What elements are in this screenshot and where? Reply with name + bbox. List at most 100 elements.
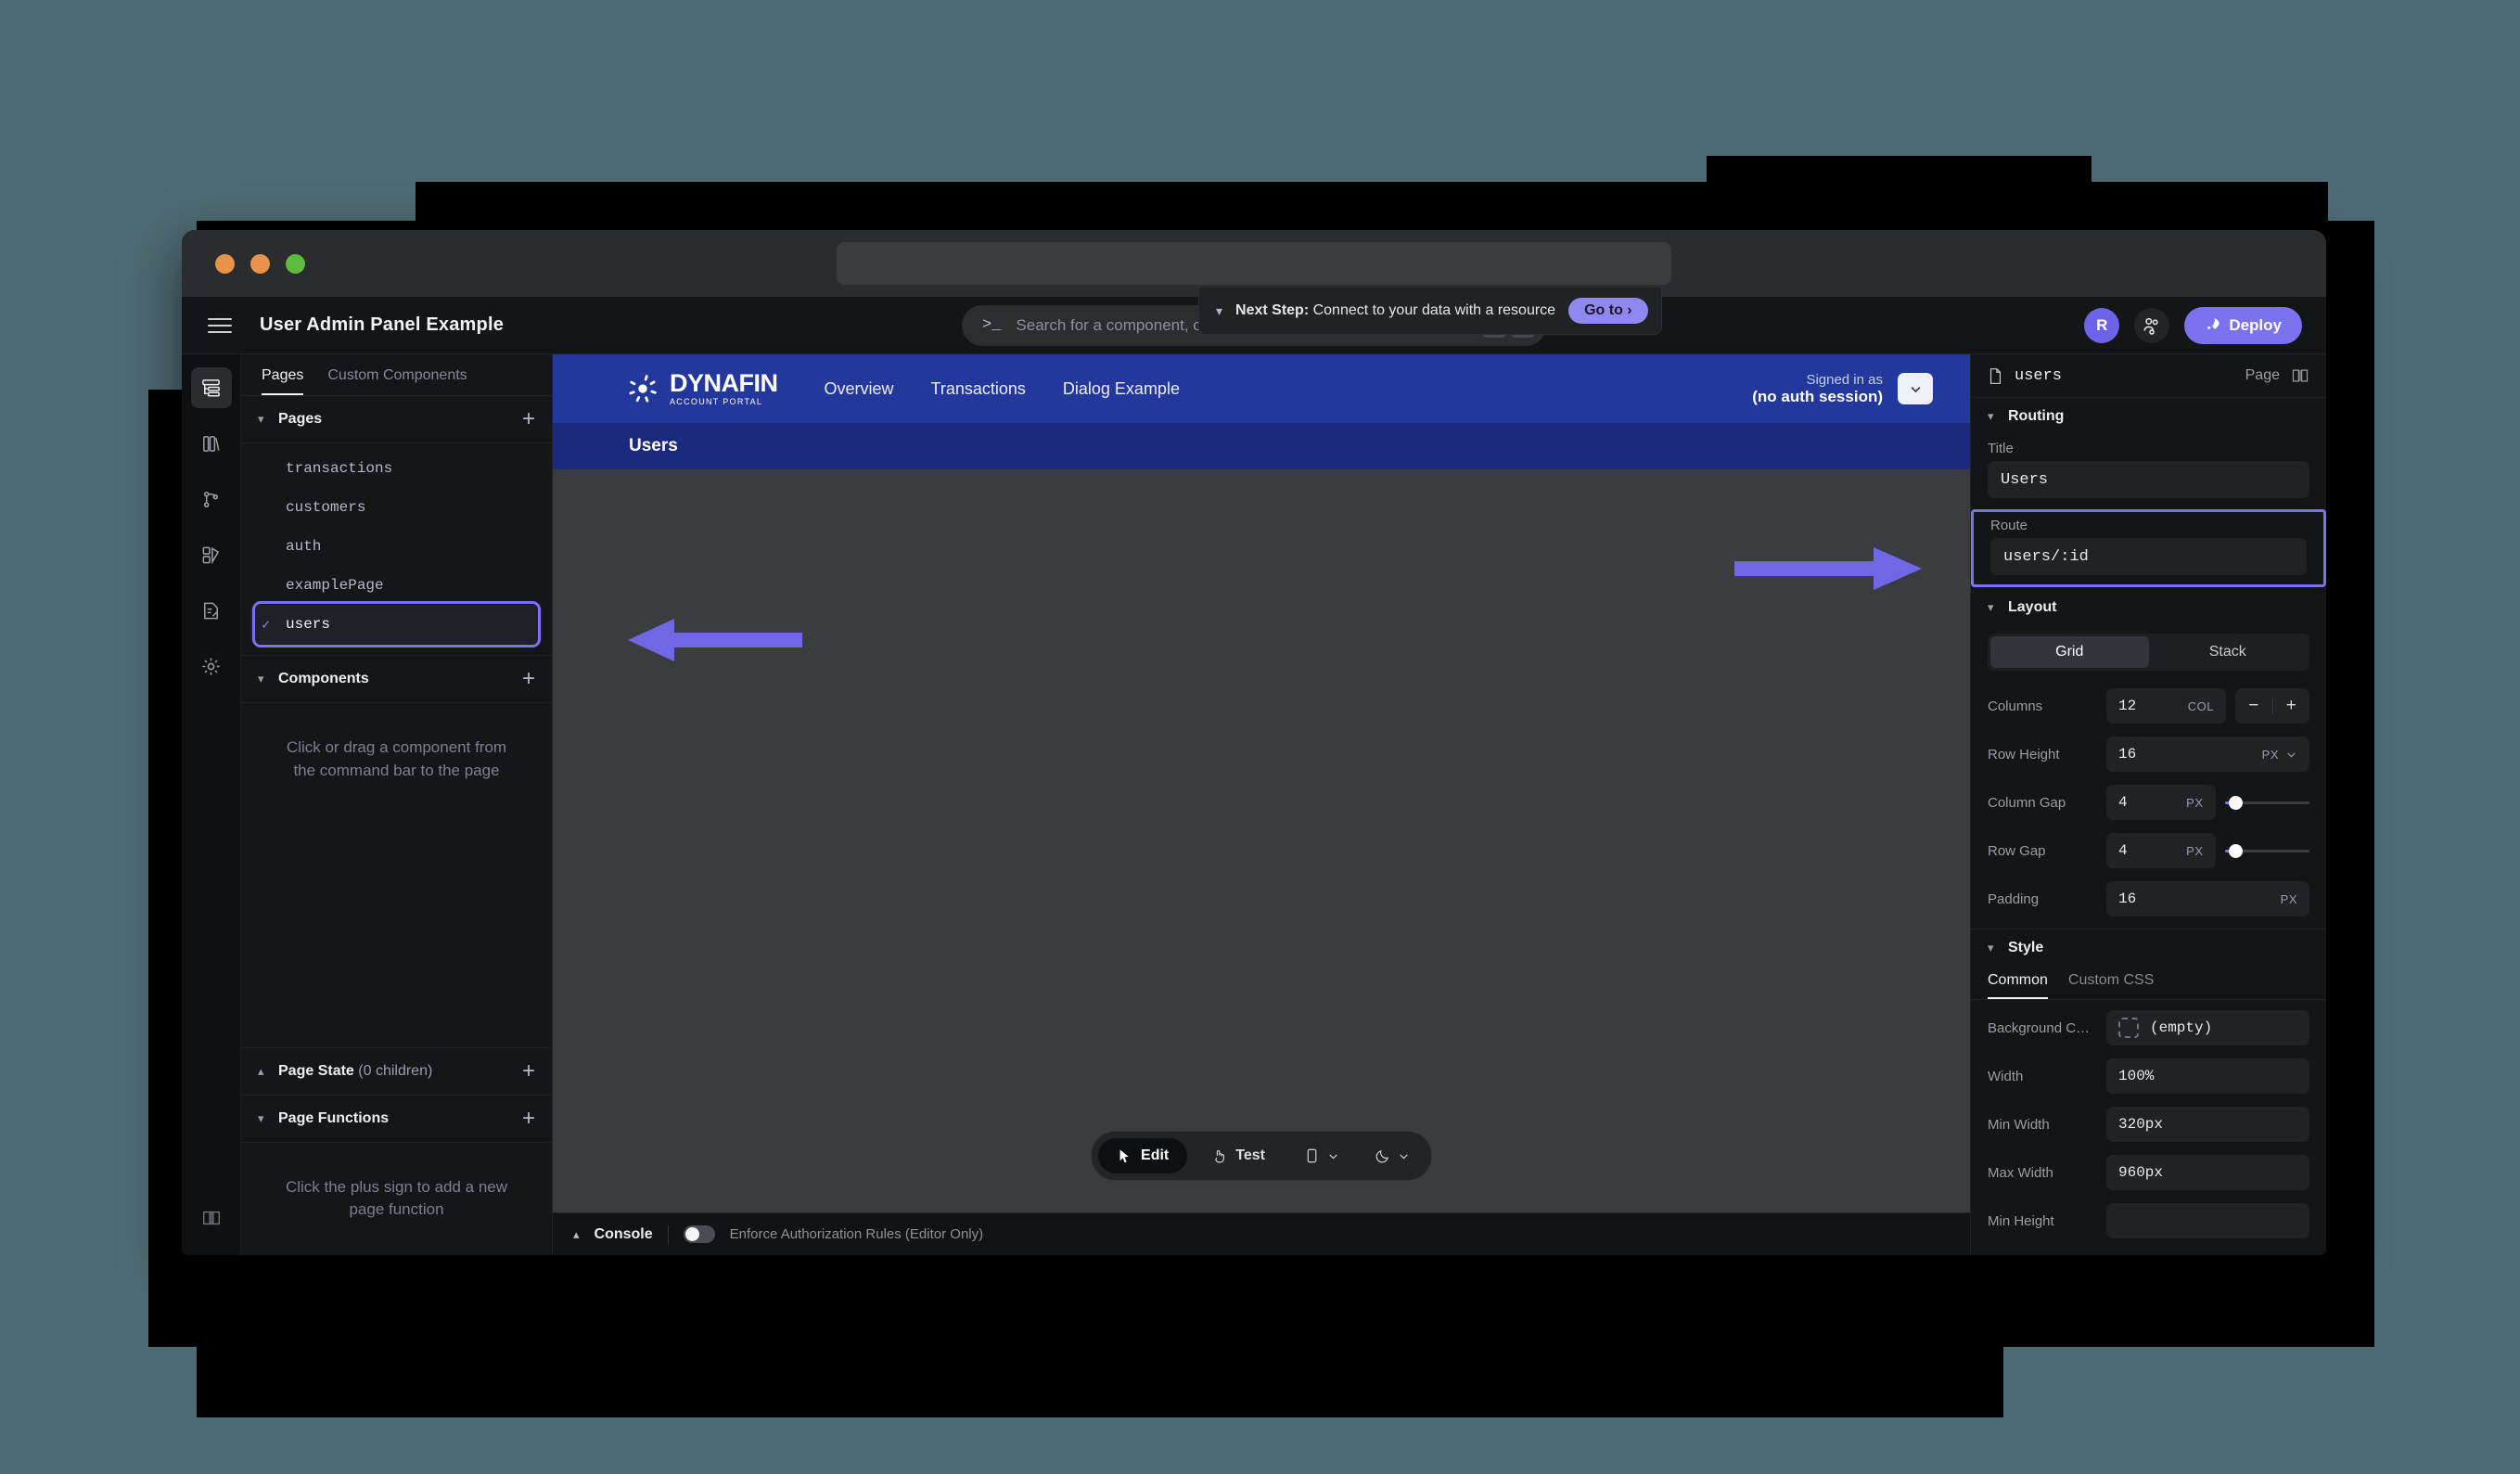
columns-stepper[interactable]: − + [2235, 688, 2309, 724]
sidebar-item-users[interactable]: ✓ users [250, 601, 543, 647]
slider-knob[interactable] [2228, 843, 2243, 858]
max-width-input[interactable]: 960px [2106, 1155, 2309, 1190]
nav-link-dialog-example[interactable]: Dialog Example [1063, 379, 1180, 399]
padding-label: Padding [1988, 891, 2040, 907]
row-gap-input[interactable]: 4 PX [2106, 833, 2216, 868]
nav-link-overview[interactable]: Overview [825, 379, 894, 399]
column-gap-label: Column Gap [1988, 794, 2066, 811]
chevron-down-icon[interactable]: ▾ [258, 672, 278, 686]
git-branch-icon[interactable] [191, 479, 232, 519]
slider-knob[interactable] [2228, 795, 2243, 810]
enforce-auth-toggle[interactable] [683, 1225, 715, 1243]
chevron-down-icon[interactable]: ▾ [258, 1111, 278, 1126]
list-item[interactable]: examplePage [250, 566, 543, 605]
min-width-input[interactable]: 320px [2106, 1107, 2309, 1142]
row-height-input[interactable]: 16 PX [2106, 737, 2309, 772]
menu-hamburger-icon[interactable] [208, 317, 232, 333]
page-name: examplePage [286, 577, 384, 594]
add-component-button[interactable]: + [522, 668, 535, 690]
avatar[interactable]: R [2084, 307, 2120, 343]
preview-nav: Overview Transactions Dialog Example [825, 379, 1180, 399]
preview-canvas-body[interactable] [553, 469, 1970, 1151]
nav-link-transactions[interactable]: Transactions [931, 379, 1026, 399]
route-input[interactable]: users/:id [1990, 538, 2307, 575]
docs-book-icon[interactable] [2291, 366, 2309, 385]
columns-input[interactable]: 12 COL [2106, 688, 2226, 724]
close-window-button[interactable] [215, 253, 235, 274]
chevron-down-icon[interactable]: ▾ [258, 412, 278, 427]
routing-section-header[interactable]: ▾ Routing [1971, 398, 2326, 435]
console-label[interactable]: Console [595, 1226, 653, 1243]
tab-pages[interactable]: Pages [262, 367, 304, 395]
components-section-header[interactable]: ▾ Components + [241, 655, 552, 703]
chevron-down-icon[interactable]: ▾ [1988, 941, 2008, 955]
app-preview: DYNAFIN ACCOUNT PORTAL Overview Transact… [553, 354, 1970, 1212]
title-input[interactable]: Users [1988, 461, 2309, 498]
chevron-down-icon[interactable] [2285, 749, 2297, 761]
settings-gear-icon[interactable] [191, 646, 232, 686]
resource-library-icon[interactable] [191, 423, 232, 464]
add-page-button[interactable]: + [522, 408, 535, 430]
column-gap-slider[interactable] [2224, 785, 2309, 820]
row-height-label: Row Height [1988, 746, 2060, 763]
chevron-down-icon[interactable]: ▾ [1988, 600, 2008, 615]
column-gap-input[interactable]: 4 PX [2106, 785, 2216, 820]
list-item[interactable]: customers [250, 488, 543, 527]
browser-url-bar[interactable] [837, 242, 1671, 285]
pages-section-header[interactable]: ▾ Pages + [241, 396, 552, 443]
width-input[interactable]: 100% [2106, 1058, 2309, 1094]
chevron-down-icon[interactable]: ▾ [1988, 409, 2008, 424]
next-step-goto-button[interactable]: Go to › [1568, 298, 1648, 324]
docs-book-icon[interactable] [191, 1198, 232, 1238]
theme-palette-icon[interactable] [191, 534, 232, 575]
layout-mode-stack[interactable]: Stack [2149, 636, 2308, 668]
signed-in-label: Signed in as [1806, 371, 1883, 388]
page-state-section-header[interactable]: ▴ Page State (0 children) + [241, 1048, 552, 1096]
chevron-up-icon[interactable]: ▴ [573, 1227, 580, 1242]
background-color-label: Background C… [1988, 1019, 2091, 1036]
tab-common[interactable]: Common [1988, 972, 2048, 999]
theme-selector[interactable] [1360, 1138, 1425, 1173]
components-section-label: Components [278, 671, 369, 686]
layout-section-header[interactable]: ▾ Layout [1971, 589, 2326, 626]
chevron-down-icon [1911, 386, 1920, 392]
maximize-window-button[interactable] [286, 253, 305, 274]
page-tree-icon[interactable] [190, 367, 232, 408]
test-mode-button[interactable]: Test [1193, 1138, 1284, 1173]
background-color-input[interactable]: (empty) [2106, 1010, 2309, 1045]
width-row: Width 100% [1971, 1052, 2326, 1100]
team-members-icon[interactable] [2134, 307, 2170, 343]
columns-decrement[interactable]: − [2235, 696, 2272, 716]
minimize-window-button[interactable] [250, 253, 270, 274]
next-step-body: Connect to your data with a resource [1309, 302, 1556, 318]
device-size-selector[interactable] [1289, 1138, 1354, 1173]
padding-row: Padding 16 PX [1971, 875, 2326, 923]
width-label: Width [1988, 1068, 2024, 1084]
list-item[interactable]: transactions [250, 449, 543, 488]
layout-mode-grid[interactable]: Grid [1990, 636, 2149, 668]
edit-mode-button[interactable]: Edit [1098, 1138, 1188, 1173]
tab-custom-components[interactable]: Custom Components [327, 367, 467, 395]
tab-custom-css[interactable]: Custom CSS [2068, 972, 2154, 999]
style-section-header[interactable]: ▾ Style [1971, 929, 2326, 967]
assets-checklist-icon[interactable] [191, 590, 232, 631]
add-page-state-button[interactable]: + [522, 1059, 535, 1083]
pages-panel-tabs: Pages Custom Components [241, 354, 552, 396]
rocket-icon [2207, 318, 2219, 330]
brand-subtitle: ACCOUNT PORTAL [670, 397, 763, 406]
account-menu-button[interactable] [1898, 373, 1933, 404]
max-width-row: Max Width 960px [1971, 1148, 2326, 1197]
color-swatch[interactable] [2118, 1018, 2139, 1038]
chevron-down-icon[interactable]: ▾ [1216, 303, 1222, 319]
page-functions-section-header[interactable]: ▾ Page Functions + [241, 1096, 552, 1143]
deploy-button[interactable]: Deploy [2184, 306, 2302, 344]
list-item[interactable]: auth [250, 527, 543, 566]
padding-input[interactable]: 16 PX [2106, 881, 2309, 916]
topbar-right-actions: R Deploy [2084, 306, 2302, 344]
chevron-up-icon[interactable]: ▴ [258, 1064, 278, 1079]
add-page-function-button[interactable]: + [522, 1107, 535, 1130]
columns-increment[interactable]: + [2273, 696, 2310, 716]
min-height-input[interactable] [2106, 1203, 2309, 1238]
row-gap-slider[interactable] [2224, 833, 2309, 868]
inspector-element-name: users [2015, 366, 2063, 385]
